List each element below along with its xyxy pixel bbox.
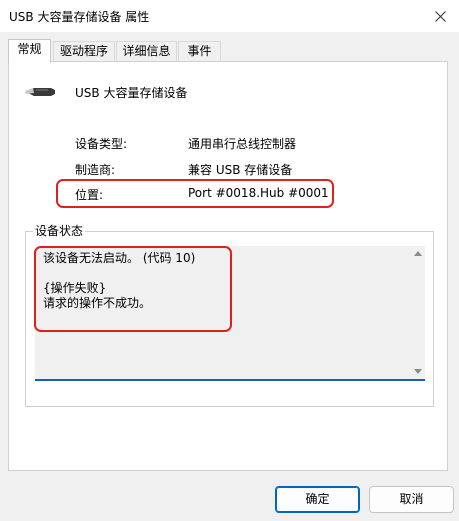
tab-general[interactable]: 常规 xyxy=(8,39,51,63)
device-name: USB 大容量存储设备 xyxy=(75,86,188,100)
window-title: USB 大容量存储设备 属性 xyxy=(9,10,150,24)
general-panel: USB 大容量存储设备 设备类型: 通用串行总线控制器 制造商: 兼容 USB … xyxy=(8,61,448,471)
usb-plug-icon xyxy=(25,88,55,96)
scroll-up-icon[interactable] xyxy=(414,251,422,256)
tab-events[interactable]: 事件 xyxy=(178,41,221,62)
close-button[interactable] xyxy=(427,3,453,29)
device-status-title: 设备状态 xyxy=(33,224,86,238)
tab-details[interactable]: 详细信息 xyxy=(116,41,177,62)
device-status-text: 该设备无法启动。 (代码 10) {操作失败} 请求的操作不成功。 xyxy=(43,251,196,310)
device-type-label: 设备类型: xyxy=(75,137,128,151)
ok-button[interactable]: 确定 xyxy=(275,486,360,513)
device-type-value: 通用串行总线控制器 xyxy=(188,137,297,151)
location-value: Port #0018.Hub #0001 xyxy=(188,186,329,200)
title-bar: USB 大容量存储设备 属性 xyxy=(0,0,459,32)
close-icon xyxy=(434,10,446,22)
device-status-textbox[interactable]: 该设备无法启动。 (代码 10) {操作失败} 请求的操作不成功。 xyxy=(35,246,425,381)
cancel-button[interactable]: 取消 xyxy=(369,486,454,513)
tab-driver[interactable]: 驱动程序 xyxy=(53,41,115,62)
manufacturer-label: 制造商: xyxy=(75,163,116,177)
scroll-down-icon[interactable] xyxy=(414,369,422,374)
location-label: 位置: xyxy=(75,188,104,202)
device-status-group: 设备状态 该设备无法启动。 (代码 10) {操作失败} 请求的操作不成功。 xyxy=(25,224,434,407)
manufacturer-value: 兼容 USB 存储设备 xyxy=(188,163,293,177)
status-scrollbar[interactable] xyxy=(412,248,423,377)
